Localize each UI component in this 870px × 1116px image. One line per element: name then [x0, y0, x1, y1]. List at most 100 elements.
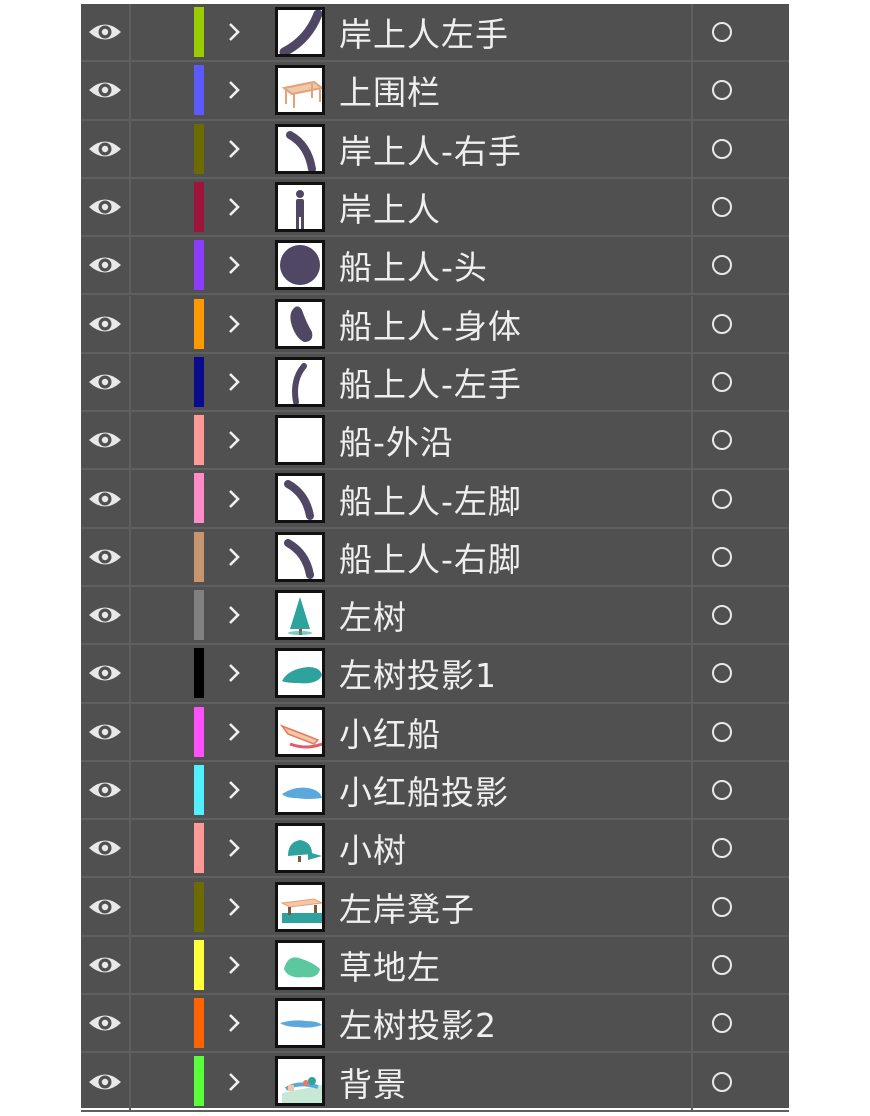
- visibility-toggle[interactable]: [81, 703, 131, 760]
- layer-row[interactable]: 船上人-左脚: [81, 470, 789, 529]
- layer-name[interactable]: 船上人-左手: [339, 354, 522, 410]
- layer-target-button[interactable]: [709, 121, 735, 177]
- layer-target-button[interactable]: [709, 296, 735, 352]
- layer-row[interactable]: 左树: [81, 587, 789, 646]
- visibility-toggle[interactable]: [81, 645, 131, 702]
- layer-target-button[interactable]: [709, 179, 735, 235]
- layer-row[interactable]: 左树投影1: [81, 645, 789, 704]
- layer-row[interactable]: 左岸凳子: [81, 878, 789, 937]
- expand-toggle[interactable]: [222, 121, 246, 177]
- visibility-toggle[interactable]: [81, 528, 131, 585]
- expand-toggle[interactable]: [222, 995, 246, 1051]
- layer-name[interactable]: 船-外沿: [339, 412, 454, 468]
- visibility-toggle[interactable]: [81, 936, 131, 994]
- eye-icon: [89, 316, 121, 332]
- visibility-toggle[interactable]: [81, 412, 131, 469]
- layer-name[interactable]: 左树投影1: [339, 645, 497, 701]
- layer-target-button[interactable]: [709, 529, 735, 585]
- expand-toggle[interactable]: [222, 820, 246, 876]
- layer-name[interactable]: 小红船投影: [339, 762, 509, 818]
- expand-toggle[interactable]: [222, 645, 246, 701]
- layer-name[interactable]: 船上人-右脚: [339, 529, 522, 585]
- layer-name[interactable]: 岸上人左手: [339, 4, 509, 60]
- layer-target-button[interactable]: [709, 879, 735, 935]
- layer-row[interactable]: 小红船: [81, 703, 789, 762]
- layer-row[interactable]: 岸上人: [81, 178, 789, 238]
- expand-toggle[interactable]: [222, 4, 246, 60]
- layer-target-button[interactable]: [709, 820, 735, 876]
- layer-row[interactable]: 左树投影2: [81, 995, 789, 1054]
- visibility-toggle[interactable]: [81, 62, 131, 119]
- visibility-toggle[interactable]: [81, 1053, 131, 1110]
- layer-name[interactable]: 小树: [339, 820, 407, 876]
- visibility-toggle[interactable]: [81, 878, 131, 935]
- layer-target-button[interactable]: [709, 237, 735, 293]
- layer-row[interactable]: 背景: [81, 1053, 789, 1112]
- expand-toggle[interactable]: [222, 237, 246, 293]
- layer-target-button[interactable]: [709, 354, 735, 410]
- layer-row[interactable]: 小红船投影: [81, 761, 789, 821]
- layer-row[interactable]: 小树: [81, 820, 789, 879]
- visibility-toggle[interactable]: [81, 761, 131, 819]
- expand-toggle[interactable]: [222, 937, 246, 993]
- expand-toggle[interactable]: [222, 62, 246, 118]
- layer-name[interactable]: 岸上人: [339, 179, 441, 235]
- visibility-toggle[interactable]: [81, 470, 131, 527]
- layer-target-button[interactable]: [709, 4, 735, 60]
- layer-row[interactable]: 船上人-右脚: [81, 528, 789, 587]
- layer-name[interactable]: 船上人-左脚: [339, 470, 522, 526]
- layer-target-button[interactable]: [709, 62, 735, 118]
- column-divider: [691, 761, 693, 819]
- expand-toggle[interactable]: [222, 179, 246, 235]
- visibility-toggle[interactable]: [81, 995, 131, 1052]
- layer-name[interactable]: 左岸凳子: [339, 879, 475, 935]
- layer-name[interactable]: 小红船: [339, 704, 441, 760]
- visibility-toggle[interactable]: [81, 237, 131, 294]
- layer-thumbnail: [275, 473, 325, 524]
- layer-target-button[interactable]: [709, 470, 735, 526]
- expand-toggle[interactable]: [222, 470, 246, 526]
- layer-row[interactable]: 船上人-左手: [81, 353, 789, 413]
- visibility-toggle[interactable]: [81, 4, 131, 61]
- eye-icon: [89, 24, 121, 40]
- layer-row[interactable]: 船-外沿: [81, 412, 789, 471]
- expand-toggle[interactable]: [222, 762, 246, 818]
- layer-target-button[interactable]: [709, 762, 735, 818]
- layer-name[interactable]: 背景: [339, 1053, 407, 1109]
- visibility-toggle[interactable]: [81, 820, 131, 877]
- visibility-toggle[interactable]: [81, 178, 131, 236]
- layer-name[interactable]: 船上人-身体: [339, 296, 522, 352]
- expand-toggle[interactable]: [222, 704, 246, 760]
- expand-toggle[interactable]: [222, 587, 246, 643]
- layer-row[interactable]: 岸上人-右手: [81, 120, 789, 179]
- visibility-toggle[interactable]: [81, 120, 131, 177]
- layer-target-button[interactable]: [709, 995, 735, 1051]
- layer-name[interactable]: 草地左: [339, 937, 441, 993]
- visibility-toggle[interactable]: [81, 353, 131, 411]
- layer-row[interactable]: 上围栏: [81, 62, 789, 121]
- layer-name[interactable]: 左树投影2: [339, 995, 497, 1051]
- layer-row[interactable]: 船上人-头: [81, 237, 789, 296]
- layer-name[interactable]: 岸上人-右手: [339, 121, 522, 177]
- layer-target-button[interactable]: [709, 587, 735, 643]
- layer-name[interactable]: 左树: [339, 587, 407, 643]
- layer-row[interactable]: 船上人-身体: [81, 295, 789, 354]
- layer-target-button[interactable]: [709, 1053, 735, 1109]
- expand-toggle[interactable]: [222, 296, 246, 352]
- layer-target-button[interactable]: [709, 937, 735, 993]
- layer-name[interactable]: 船上人-头: [339, 237, 488, 293]
- expand-toggle[interactable]: [222, 412, 246, 468]
- layer-target-button[interactable]: [709, 645, 735, 701]
- expand-toggle[interactable]: [222, 529, 246, 585]
- layer-target-button[interactable]: [709, 704, 735, 760]
- layer-thumbnail: [275, 415, 325, 466]
- layer-target-button[interactable]: [709, 412, 735, 468]
- visibility-toggle[interactable]: [81, 587, 131, 644]
- expand-toggle[interactable]: [222, 879, 246, 935]
- layer-name[interactable]: 上围栏: [339, 62, 441, 118]
- visibility-toggle[interactable]: [81, 295, 131, 352]
- expand-toggle[interactable]: [222, 1053, 246, 1109]
- expand-toggle[interactable]: [222, 354, 246, 410]
- layer-row[interactable]: 岸上人左手: [81, 4, 789, 63]
- layer-row[interactable]: 草地左: [81, 936, 789, 996]
